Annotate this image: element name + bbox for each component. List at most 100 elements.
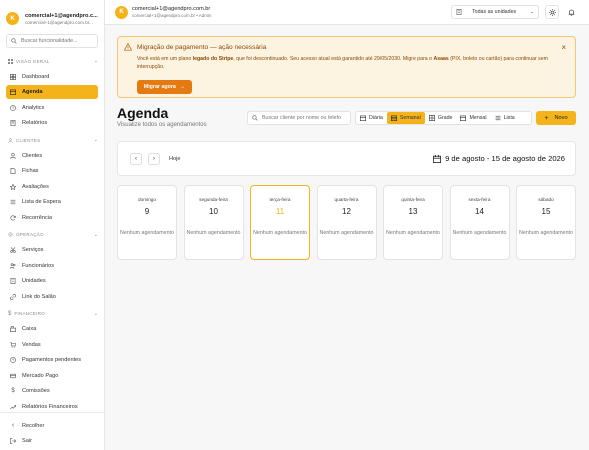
theme-toggle-button[interactable] (545, 5, 559, 19)
close-icon[interactable]: × (561, 43, 566, 52)
repeat-icon (10, 215, 16, 220)
migrate-now-button[interactable]: Migrar agora → (137, 80, 192, 94)
new-appointment-button[interactable]: + Novo (536, 111, 576, 125)
logout-label: Sair (22, 438, 32, 444)
day-card[interactable]: sexta-feira 14 Nenhum agendamento (449, 185, 510, 260)
sidebar-item-recorrencia[interactable]: Recorrência (6, 211, 98, 225)
warning-icon (124, 43, 132, 51)
sidebar-item-analytics[interactable]: Analytics (6, 101, 98, 115)
bell-icon (568, 9, 574, 16)
sidebar-item-link-do-salao[interactable]: Link do Salão (6, 290, 98, 304)
sidebar-item-label: Clientes (22, 152, 43, 159)
unit-select[interactable]: Todas as unidades ⌄ (451, 5, 539, 19)
topbar-user-name: comercial+1@agendpro.com.br (132, 6, 211, 12)
sidebar-item-mercado-pago[interactable]: Mercado Pago (6, 369, 98, 383)
view-label: Lista (503, 115, 515, 121)
building-icon (10, 278, 16, 284)
new-button-label: Novo (554, 115, 568, 121)
view-list[interactable]: Lista (491, 112, 519, 124)
sidebar-user[interactable]: K comercial+1@agendpro.c... comercial+1@… (0, 0, 104, 29)
day-number: 11 (275, 207, 285, 216)
collapse-button[interactable]: ‹ Recolher (6, 419, 98, 433)
day-card[interactable]: domingo 9 Nenhum agendamento (117, 185, 177, 260)
topbar-user-role: comercial+1@agendpro.com.br • Admin (132, 13, 212, 18)
day-number: 13 (408, 207, 418, 216)
top-bar: K comercial+1@agendpro.com.br comercial+… (105, 0, 589, 25)
banner-message-bold: legado do Stripe (192, 56, 234, 62)
dollar-icon: $ (8, 310, 12, 317)
collapse-label: Recolher (22, 422, 45, 429)
sidebar-item-label: Agenda (22, 89, 43, 95)
sidebar-search-placeholder: Buscar funcionalidade... (21, 38, 78, 44)
view-monthly[interactable]: Mensal (456, 112, 490, 124)
section-clientes[interactable]: CLIENTES ⌄ (0, 133, 104, 147)
sidebar-item-pagamentos-pendentes[interactable]: Pagamentos pendentes (6, 353, 98, 367)
notifications-button[interactable] (564, 5, 578, 19)
sidebar-item-avaliacoes[interactable]: Avaliações (6, 180, 98, 194)
chevron-down-icon: ⌄ (93, 310, 98, 317)
day-card[interactable]: quinta-feira 13 Nenhum agendamento (383, 185, 443, 260)
sidebar-item-dashboard[interactable]: Dashboard (6, 70, 98, 84)
sidebar-item-clientes[interactable]: Clientes (6, 149, 98, 163)
clock-icon (10, 357, 16, 363)
sidebar-item-unidades[interactable]: Unidades (6, 274, 98, 288)
sidebar-item-fichas[interactable]: Fichas (6, 164, 98, 178)
section-financeiro[interactable]: $ FINANCEIRO ⌄ (0, 307, 104, 321)
sidebar-item-vendas[interactable]: Vendas (6, 338, 98, 352)
view-weekly[interactable]: Semanal (386, 112, 425, 124)
next-week-button[interactable]: › (148, 153, 160, 165)
sidebar-search-input[interactable]: Buscar funcionalidade... (6, 34, 98, 48)
avatar[interactable]: K (115, 5, 128, 19)
client-search-placeholder: Buscar cliente por nome ou telefo (262, 115, 341, 121)
day-card[interactable]: sábado 15 Nenhum agendamento (516, 185, 576, 260)
sidebar-item-label: Link do Salão (22, 293, 56, 300)
no-appointments-text: Nenhum agendamento (186, 230, 241, 236)
day-name: terça-feira (269, 197, 291, 202)
day-name: sábado (538, 197, 554, 202)
day-name: quarta-feira (334, 197, 359, 202)
star-icon (10, 183, 16, 190)
calendar-icon (433, 154, 442, 163)
sidebar-item-label: Recorrência (22, 214, 53, 221)
section-operacao[interactable]: OPERAÇÃO ⌄ (0, 228, 104, 242)
sidebar-footer: ‹ Recolher Sair (0, 412, 104, 450)
scissors-icon (10, 247, 16, 253)
sidebar: K comercial+1@agendpro.c... comercial+1@… (0, 0, 105, 450)
chevron-left-icon: ‹ (11, 422, 15, 429)
users-icon (8, 137, 13, 143)
card-icon (10, 373, 16, 378)
sun-icon (548, 8, 556, 16)
sidebar-item-comissoes[interactable]: $ Comissões (6, 384, 98, 398)
sidebar-item-lista-de-espera[interactable]: Lista de Espera (6, 195, 98, 209)
section-visao-geral[interactable]: VISÃO GERAL ⌄ (0, 54, 104, 68)
day-card-today[interactable]: terça-feira 11 Nenhum agendamento (250, 185, 310, 260)
day-card[interactable]: quarta-feira 12 Nenhum agendamento (316, 185, 377, 260)
sidebar-item-label: Relatórios Financeiros (22, 403, 78, 410)
banner-message: Você está em um plano legado do Stripe, … (137, 56, 557, 71)
grid-icon (8, 58, 13, 64)
sidebar-item-funcionarios[interactable]: Funcionários (6, 259, 98, 273)
view-grid[interactable]: Grade (425, 112, 457, 124)
today-button[interactable]: Hoje (169, 156, 181, 162)
payment-migration-banner: Migração de pagamento — ação necessária … (117, 36, 576, 98)
logout-button[interactable]: Sair (6, 434, 98, 448)
sidebar-item-agenda[interactable]: Agenda (6, 85, 98, 99)
previous-week-button[interactable]: ‹ (130, 153, 142, 165)
view-daily[interactable]: Diária (356, 112, 387, 124)
gear-icon (8, 232, 13, 237)
section-label: VISÃO GERAL (16, 58, 50, 64)
no-appointments-text: Nenhum agendamento (319, 230, 374, 236)
sidebar-item-label: Mercado Pago (22, 372, 59, 379)
day-card[interactable]: segunda-feira 10 Nenhum agendamento (183, 185, 244, 260)
view-label: Semanal (399, 115, 421, 121)
avatar: K (6, 12, 19, 25)
day-number: 10 (209, 207, 218, 216)
users-icon (10, 152, 16, 159)
sidebar-item-caixa[interactable]: Caixa (6, 322, 98, 336)
sidebar-item-relatorios[interactable]: Relatórios (6, 116, 98, 130)
client-search-input[interactable]: Buscar cliente por nome ou telefo (247, 111, 351, 125)
logout-icon (10, 438, 16, 444)
arrow-right-icon: → (179, 84, 186, 90)
sidebar-item-servicos[interactable]: Serviços (6, 243, 98, 257)
no-appointments-text: Nenhum agendamento (120, 230, 174, 236)
